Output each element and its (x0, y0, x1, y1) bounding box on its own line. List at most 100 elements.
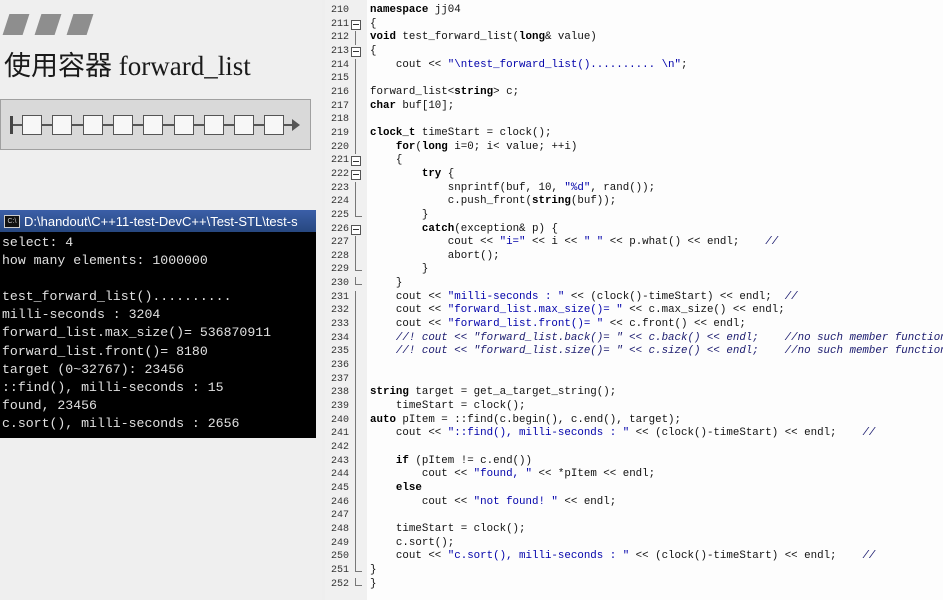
fold-guide (355, 249, 356, 264)
code-text: } (370, 277, 403, 290)
line-number: 224 (330, 196, 349, 208)
code-line[interactable]: 228 abort(); (325, 249, 943, 264)
decor-block-1 (2, 14, 30, 35)
fold-guide (355, 181, 356, 196)
code-line[interactable]: 219 clock_t timeStart = clock(); (325, 126, 943, 141)
console-titlebar[interactable]: C:\ D:\handout\C++11-test-DevC++\Test-ST… (0, 210, 316, 232)
line-number: 219 (330, 127, 349, 139)
code-line[interactable]: 220 for(long i=0; i< value; ++i) (325, 140, 943, 155)
code-line[interactable]: 213 { (325, 45, 943, 59)
code-line[interactable]: 221 { (325, 154, 943, 168)
code-line[interactable]: 247 (325, 509, 943, 523)
list-node (22, 115, 42, 135)
fold-collapse-icon[interactable] (351, 156, 361, 167)
code-text: c.push_front(string(buf)); (370, 195, 617, 208)
fold-end-marker (355, 563, 362, 572)
line-number: 242 (330, 442, 349, 453)
code-line[interactable]: 234 //! cout << "forward_list.back()= " … (325, 331, 943, 346)
code-line[interactable]: 243 if (pItem != c.end()) (325, 454, 943, 469)
fold-guide (355, 58, 356, 73)
fold-guide (355, 140, 356, 155)
code-line[interactable]: 216 forward_list<string> c; (325, 85, 943, 100)
code-text: cout << "milli-seconds : " << (clock()-t… (370, 290, 798, 303)
code-line[interactable]: 239 timeStart = clock(); (325, 400, 943, 414)
fold-collapse-icon[interactable] (351, 224, 361, 235)
code-line[interactable]: 231 cout << "milli-seconds : " << (clock… (325, 290, 943, 305)
fold-guide (355, 99, 356, 114)
code-text: timeStart = clock(); (370, 400, 526, 413)
fold-guide (355, 345, 356, 360)
code-text: forward_list<string> c; (370, 85, 520, 98)
list-arrow-icon (292, 119, 300, 131)
code-line[interactable]: 217 char buf[10]; (325, 99, 943, 114)
code-line[interactable]: 211 { (325, 18, 943, 32)
line-number: 216 (330, 86, 349, 98)
code-lines[interactable]: 210 namespace jj04 211 {212 void test_forwar… (325, 4, 943, 591)
code-line[interactable]: 214 cout << "\ntest_forward_list()......… (325, 58, 943, 73)
code-text: } (370, 208, 429, 221)
code-line[interactable]: 238 string target = get_a_target_string()… (325, 386, 943, 401)
code-line[interactable]: 232 cout << "forward_list.max_size()= " … (325, 304, 943, 319)
fold-guide (355, 400, 356, 414)
code-line[interactable]: 229 } (325, 263, 943, 277)
code-line[interactable]: 242 (325, 441, 943, 455)
code-line[interactable]: 226 catch(exception& p) { (325, 223, 943, 237)
fold-guide (355, 522, 356, 537)
code-line[interactable]: 236 (325, 359, 943, 373)
code-line[interactable]: 241 cout << "::find(), milli-seconds : "… (325, 427, 943, 441)
code-line[interactable]: 251} (325, 563, 943, 578)
line-number: 248 (330, 523, 349, 535)
line-number: 230 (330, 278, 349, 290)
list-node (143, 115, 164, 135)
line-number: 244 (330, 469, 349, 481)
code-line[interactable]: 223 snprintf(buf, 10, "%d", rand()); (325, 181, 943, 196)
code-line[interactable]: 248 timeStart = clock(); (325, 522, 943, 537)
list-node (82, 115, 103, 135)
code-line[interactable]: 230 } (325, 277, 943, 291)
line-number: 226 (330, 223, 349, 235)
line-number: 214 (330, 59, 349, 71)
line-number: 215 (330, 73, 349, 85)
code-text: abort(); (370, 249, 500, 262)
code-editor[interactable]: 210 namespace jj04 211 {212 void test_forwar… (325, 0, 943, 600)
code-line[interactable]: 252} (325, 577, 943, 592)
code-line[interactable]: 237 (325, 372, 943, 387)
code-line[interactable]: 249 c.sort(); (325, 536, 943, 551)
line-number: 249 (330, 537, 349, 549)
code-line[interactable]: 244 cout << "found, " << *pItem << endl; (325, 468, 943, 482)
code-text: try { (421, 167, 455, 180)
list-node (234, 115, 255, 135)
fold-guide (355, 495, 356, 510)
code-line[interactable]: 233 cout << "forward_list.front()= " << … (325, 318, 943, 332)
fold-collapse-icon[interactable] (351, 169, 361, 180)
line-number: 252 (330, 578, 349, 590)
console-window[interactable]: C:\ D:\handout\C++11-test-DevC++\Test-ST… (0, 210, 316, 438)
line-number: 213 (330, 45, 349, 57)
code-line[interactable]: 215 (325, 72, 943, 86)
code-line[interactable]: 240 auto pItem = ::find(c.begin(), c.end(… (325, 413, 943, 428)
code-line[interactable]: 250 cout << "c.sort(), milli-seconds : "… (325, 550, 943, 564)
fold-collapse-icon[interactable] (351, 19, 361, 30)
line-number: 236 (330, 360, 349, 372)
line-number: 210 (330, 5, 349, 16)
fold-guide (355, 481, 356, 496)
console-title: D:\handout\C++11-test-DevC++\Test-STL\te… (24, 213, 298, 229)
code-line[interactable]: 218 (325, 113, 943, 127)
list-node (203, 115, 224, 135)
fold-guide (355, 413, 356, 428)
fold-guide (355, 454, 356, 469)
code-line[interactable]: 245 else (325, 481, 943, 496)
code-line[interactable]: 212 void test_forward_list(long& value) (325, 31, 943, 45)
code-line[interactable]: 210 namespace jj04 (325, 4, 943, 18)
code-line[interactable]: 235 //! cout << "forward_list.size()= " … (325, 345, 943, 360)
code-text: string target = get_a_target_string(); (370, 386, 617, 399)
code-line[interactable]: 227 cout << "i=" << i << " " << p.what()… (325, 236, 943, 250)
code-text: cout << "forward_list.max_size()= " << c… (370, 304, 785, 317)
code-line[interactable]: 225 } (325, 208, 943, 223)
code-line[interactable]: 222 try { (325, 168, 943, 182)
code-line[interactable]: 224 c.push_front(string(buf)); (325, 195, 943, 209)
line-number: 237 (330, 373, 349, 385)
code-line[interactable]: 246 cout << "not found! " << endl; (325, 495, 943, 510)
code-text: //! cout << "forward_list.back()= " << c… (395, 331, 943, 344)
fold-collapse-icon[interactable] (351, 46, 361, 57)
